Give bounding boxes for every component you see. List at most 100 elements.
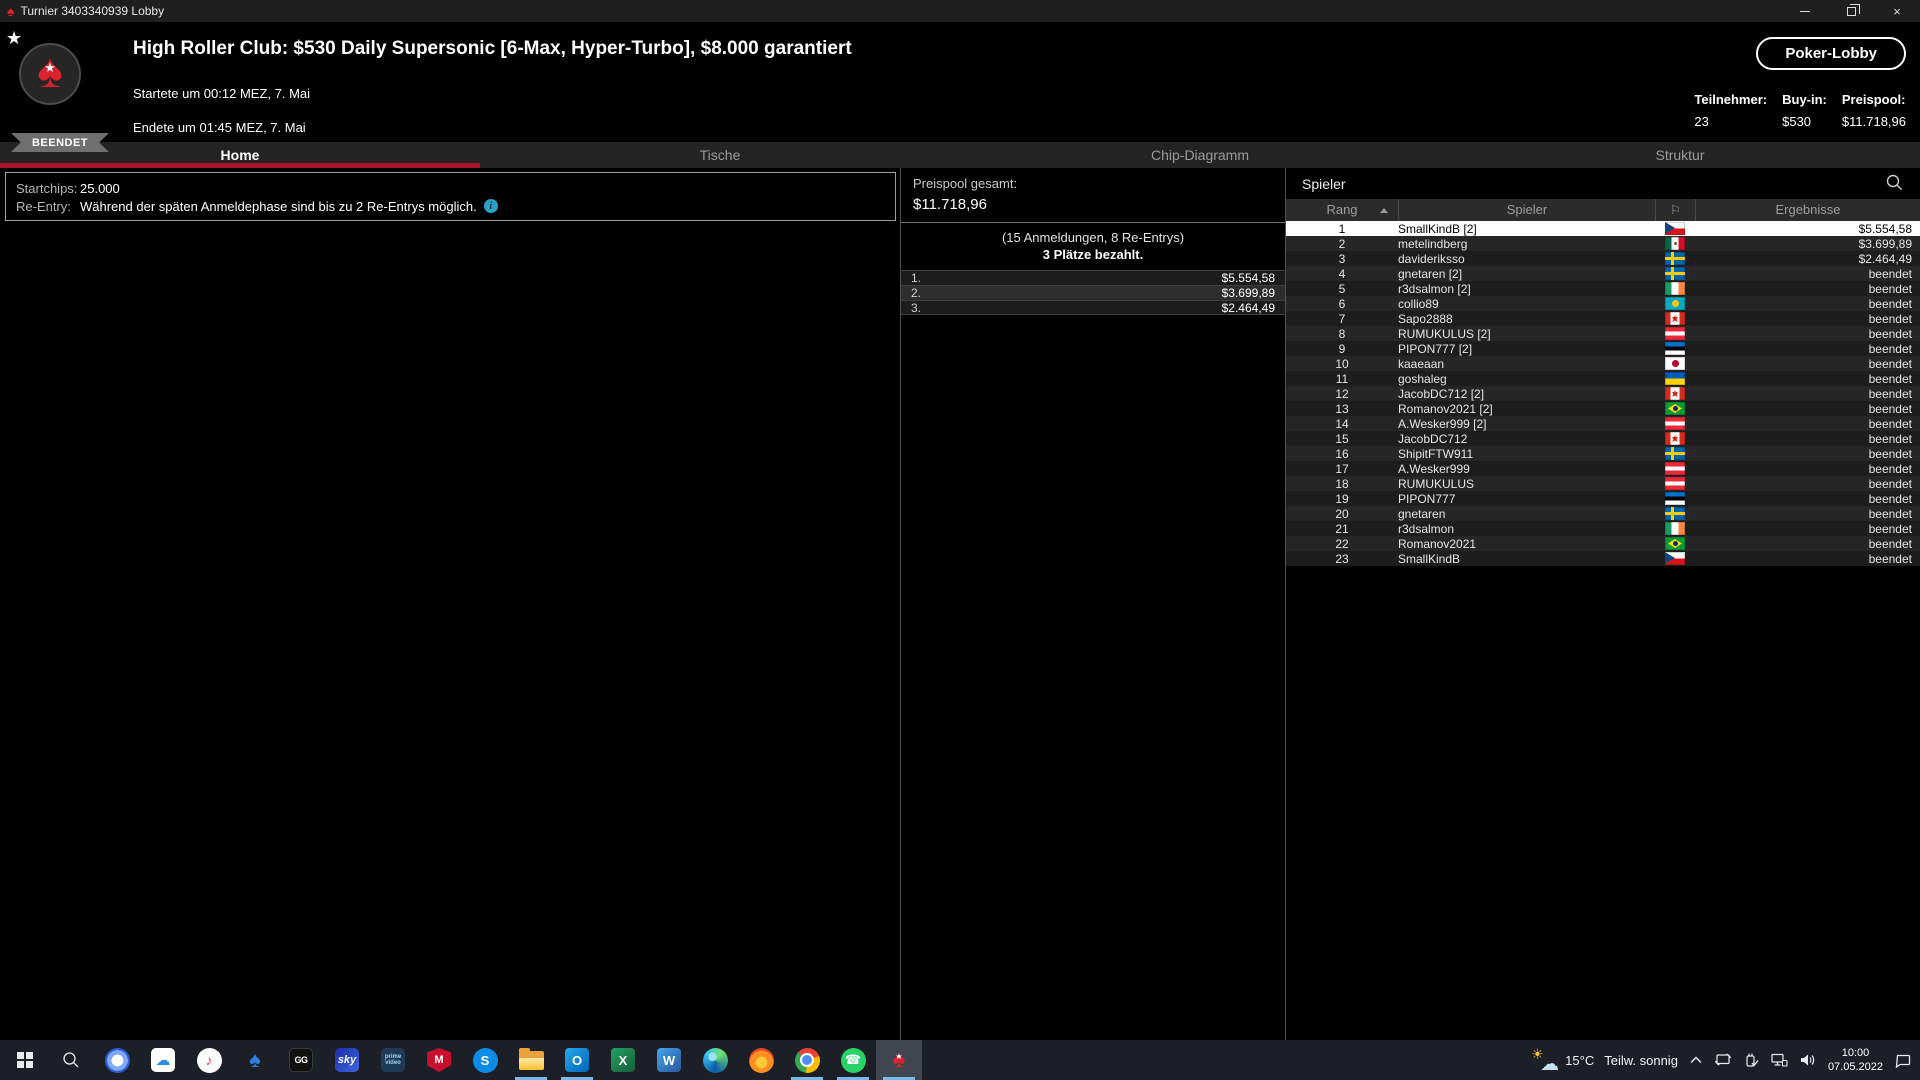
search-icon[interactable]: [1885, 173, 1904, 195]
participants-value: 23: [1694, 114, 1709, 129]
taskbar-app-excel[interactable]: X: [600, 1040, 646, 1080]
player-name: SmallKindB: [1398, 551, 1461, 566]
info-box: Startchips: 25.000 Re-Entry: Während der…: [5, 172, 896, 221]
taskbar-search-button[interactable]: [48, 1040, 94, 1080]
tournament-header: ★ ♠ ★ BEENDET High Roller Club: $530 Dai…: [0, 22, 1920, 152]
tournament-info-panel: Startchips: 25.000 Re-Entry: Während der…: [0, 168, 900, 1040]
column-header-rank[interactable]: Rang: [1286, 199, 1398, 221]
taskbar-app-edge[interactable]: [692, 1040, 738, 1080]
minimize-button[interactable]: [1782, 0, 1828, 22]
tab-home[interactable]: Home: [0, 142, 480, 168]
player-result: beendet: [1868, 446, 1912, 461]
table-row[interactable]: 8 RUMUKULUS [2] beendet: [1286, 326, 1920, 341]
player-result: beendet: [1868, 401, 1912, 416]
table-row[interactable]: 21 r3dsalmon beendet: [1286, 521, 1920, 536]
flag-cell: [1655, 387, 1695, 400]
table-row[interactable]: 12 JacobDC712 [2] beendet: [1286, 386, 1920, 401]
taskbar-app-prime-video[interactable]: prime video: [370, 1040, 416, 1080]
table-row[interactable]: 11 goshaleg beendet: [1286, 371, 1920, 386]
restore-button[interactable]: [1828, 0, 1874, 22]
network-icon[interactable]: [1770, 1052, 1788, 1068]
taskbar-app-skype[interactable]: S: [462, 1040, 508, 1080]
flag-cell: [1655, 342, 1695, 355]
player-rank: 14: [1335, 416, 1349, 431]
taskbar-app-icloud[interactable]: [140, 1040, 186, 1080]
close-button[interactable]: ×: [1874, 0, 1920, 22]
player-name: collio89: [1398, 296, 1439, 311]
taskbar-app-mcafee[interactable]: M: [416, 1040, 462, 1080]
taskbar-app-chrome[interactable]: [784, 1040, 830, 1080]
table-row[interactable]: 18 RUMUKULUS beendet: [1286, 476, 1920, 491]
column-header-results[interactable]: Ergebnisse: [1695, 199, 1920, 221]
player-result: beendet: [1868, 326, 1912, 341]
country-flag: [1665, 312, 1685, 325]
table-row[interactable]: 13 Romanov2021 [2] beendet: [1286, 401, 1920, 416]
taskbar-app-signal[interactable]: [94, 1040, 140, 1080]
table-row[interactable]: 23 SmallKindB beendet: [1286, 551, 1920, 566]
table-row[interactable]: 17 A.Wesker999 beendet: [1286, 461, 1920, 476]
tray-expand-button[interactable]: [1689, 1054, 1703, 1066]
taskbar-app-sky[interactable]: sky: [324, 1040, 370, 1080]
player-result: beendet: [1868, 341, 1912, 356]
taskbar-app-outlook[interactable]: O: [554, 1040, 600, 1080]
table-row[interactable]: 15 JacobDC712 beendet: [1286, 431, 1920, 446]
player-name: Romanov2021: [1398, 536, 1477, 551]
player-result: beendet: [1868, 506, 1912, 521]
flag-cell: [1655, 237, 1695, 250]
table-row[interactable]: 5 r3dsalmon [2] beendet: [1286, 281, 1920, 296]
table-row[interactable]: 4 gnetaren [2] beendet: [1286, 266, 1920, 281]
taskbar-app-apple-music[interactable]: [186, 1040, 232, 1080]
taskbar-app-poker-tracker[interactable]: [232, 1040, 278, 1080]
table-row[interactable]: 19 PIPON777 beendet: [1286, 491, 1920, 506]
table-row[interactable]: 9 PIPON777 [2] beendet: [1286, 341, 1920, 356]
info-icon[interactable]: i: [483, 199, 498, 213]
table-row[interactable]: 10 kaaeaan beendet: [1286, 356, 1920, 371]
tab-tische[interactable]: Tische: [480, 142, 960, 168]
taskbar-weather[interactable]: 15°C Teilw. sonnig: [1531, 1046, 1678, 1076]
table-row[interactable]: 3 davideriksso $2.464,49: [1286, 251, 1920, 266]
table-row[interactable]: 6 collio89 beendet: [1286, 296, 1920, 311]
outlook-icon: O: [565, 1048, 589, 1072]
table-row[interactable]: 20 gnetaren beendet: [1286, 506, 1920, 521]
flag-cell: [1655, 462, 1695, 475]
prize-amount: $5.554,58: [1221, 271, 1275, 285]
favorite-star-icon[interactable]: ★: [6, 28, 22, 49]
tab-chip-diagramm[interactable]: Chip-Diagramm: [960, 142, 1440, 168]
start-button[interactable]: [2, 1040, 48, 1080]
table-row[interactable]: 14 A.Wesker999 [2] beendet: [1286, 416, 1920, 431]
player-name: PIPON777 [2]: [1398, 341, 1473, 356]
volume-icon[interactable]: [1799, 1052, 1817, 1068]
player-rank: 22: [1335, 536, 1349, 551]
taskbar-app-file-explorer[interactable]: [508, 1040, 554, 1080]
player-rank: 15: [1335, 431, 1349, 446]
taskbar-app-whatsapp[interactable]: [830, 1040, 876, 1080]
column-header-player[interactable]: Spieler: [1398, 199, 1655, 221]
flag-cell: [1655, 222, 1695, 235]
player-result: $2.464,49: [1858, 251, 1912, 266]
table-row[interactable]: 2 metelindberg $3.699,89: [1286, 236, 1920, 251]
action-center-button[interactable]: [1894, 1052, 1912, 1069]
prize-amount: $3.699,89: [1221, 286, 1275, 300]
player-name: RUMUKULUS: [1398, 476, 1475, 491]
player-rank: 18: [1335, 476, 1349, 491]
taskbar-app-pokerstars[interactable]: ♠: [876, 1040, 922, 1080]
restore-icon: [1846, 3, 1860, 16]
prize-row: 1. $5.554,58: [901, 270, 1285, 285]
prize-row: 2. $3.699,89: [901, 285, 1285, 300]
taskbar-app-word[interactable]: W: [646, 1040, 692, 1080]
taskbar-clock[interactable]: 10:00 07.05.2022: [1828, 1046, 1883, 1074]
flag-cell: [1655, 492, 1695, 505]
usb-safely-remove-icon[interactable]: [1743, 1052, 1759, 1068]
table-row[interactable]: 1 SmallKindB [2] $5.554,58: [1286, 221, 1920, 236]
prime-video-icon: prime video: [381, 1048, 405, 1072]
tab-struktur[interactable]: Struktur: [1440, 142, 1920, 168]
taskbar-app-firefox[interactable]: [738, 1040, 784, 1080]
flag-cell: [1655, 282, 1695, 295]
table-row[interactable]: 7 Sapo2888 beendet: [1286, 311, 1920, 326]
table-row[interactable]: 16 ShipitFTW911 beendet: [1286, 446, 1920, 461]
table-row[interactable]: 22 Romanov2021 beendet: [1286, 536, 1920, 551]
display-rotate-icon[interactable]: [1714, 1052, 1732, 1068]
column-header-flag[interactable]: ⚐: [1655, 199, 1695, 221]
taskbar-app-ggpoker[interactable]: GG: [278, 1040, 324, 1080]
poker-lobby-button[interactable]: Poker-Lobby: [1756, 37, 1906, 70]
